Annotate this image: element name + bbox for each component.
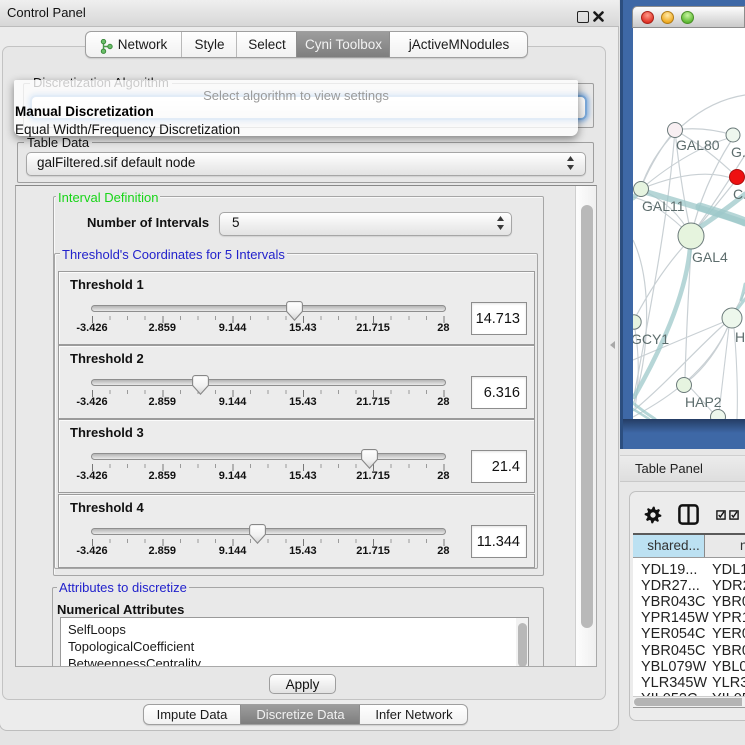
svg-text:H..: H.. [735,329,745,345]
svg-text:G..: G.. [731,144,745,160]
svg-text:HAP2: HAP2 [685,394,722,410]
svg-text:GCY1: GCY1 [633,331,669,347]
svg-text:C..: C.. [733,186,745,202]
svg-text:GAL11: GAL11 [642,198,685,214]
svg-text:GAL80: GAL80 [676,137,720,153]
svg-text:GAL4: GAL4 [692,249,728,265]
